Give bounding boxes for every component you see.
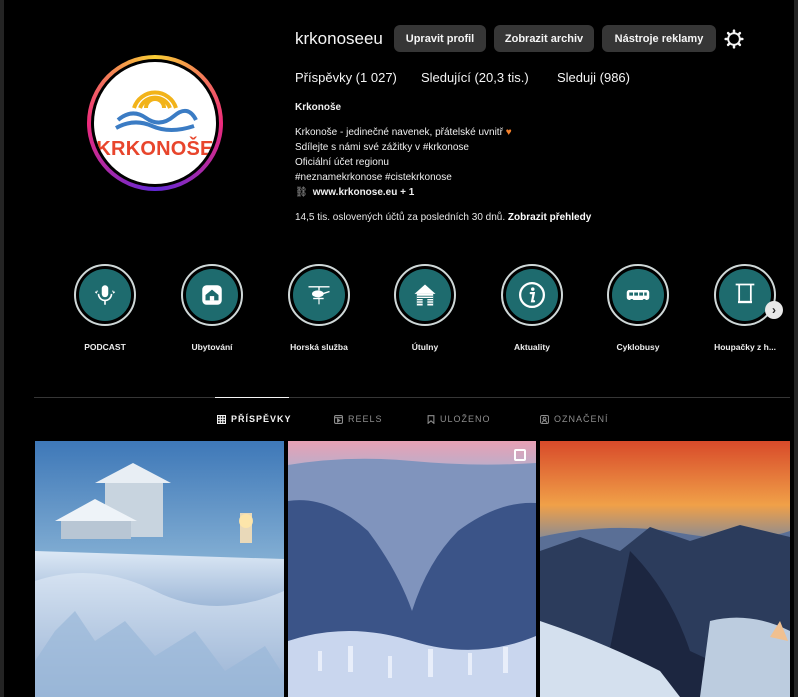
tab-saved[interactable]: ULOŽENO	[427, 414, 491, 424]
highlight-label: Ubytování	[191, 342, 233, 352]
profile-bio: Krkonoše Krkonoše - jedinečné navenek, p…	[295, 100, 512, 200]
insights-summary: 14,5 tis. oslovených účtů za posledních …	[295, 212, 591, 223]
tab-label: REELS	[348, 414, 383, 424]
multiple-photos-icon	[514, 449, 526, 461]
link-icon: ⛓	[295, 187, 308, 198]
highlights-next-button[interactable]: ›	[765, 301, 783, 319]
highlight-podcast[interactable]: PODCAST	[60, 264, 150, 352]
house-icon	[202, 285, 222, 305]
snowy-chapel-photo	[35, 441, 284, 697]
highlight-label: Horská služba	[290, 342, 348, 352]
microphone-icon	[94, 285, 116, 305]
grid-icon	[217, 414, 226, 424]
winter-valley-photo	[288, 441, 536, 697]
logo-wordmark: KRKONOŠE	[96, 138, 214, 160]
info-icon	[519, 282, 545, 308]
tab-reels[interactable]: REELS	[334, 414, 383, 424]
bio-line: Oficiální účet regionu	[295, 157, 389, 168]
krkonose-logo: KRKONOŠE	[94, 62, 216, 184]
reels-icon	[334, 414, 343, 424]
tab-posts[interactable]: PŘÍSPĚVKY	[217, 414, 292, 424]
bio-line: Sdílejte s námi své zážitky v #krkonose	[295, 142, 469, 153]
post-thumbnail[interactable]	[288, 441, 536, 697]
post-thumbnail[interactable]	[540, 441, 790, 697]
profile-page: KRKONOŠE krkonoseeu Upravit profil Zobra…	[0, 0, 798, 697]
tab-tagged[interactable]: OZNAČENÍ	[540, 414, 609, 424]
followers-link[interactable]: Sledující (20,3 tis.)	[421, 70, 529, 85]
highlight-label: Cyklobusy	[616, 342, 660, 352]
swing-icon	[735, 283, 755, 304]
username: krkonoseeu	[295, 29, 383, 48]
tab-label: OZNAČENÍ	[554, 414, 609, 424]
following-link[interactable]: Sleduji (986)	[557, 70, 630, 85]
bookmark-icon	[427, 414, 435, 424]
view-insights-link[interactable]: Zobrazit přehledy	[508, 212, 591, 223]
story-highlights: PODCAST Ubytování Horská služba Útulny A…	[4, 264, 798, 364]
post-thumbnail[interactable]	[35, 441, 284, 697]
tab-label: PŘÍSPĚVKY	[231, 414, 292, 424]
heart-icon: ♥	[505, 127, 512, 138]
tab-label: ULOŽENO	[440, 414, 491, 424]
bus-icon	[626, 290, 650, 303]
profile-avatar[interactable]: KRKONOŠE	[87, 55, 223, 191]
active-tab-indicator	[215, 397, 289, 398]
profile-name: Krkonoše	[295, 102, 342, 113]
posts-count: Příspěvky (1 027)	[295, 70, 397, 85]
highlight-label: Houpačky z h...	[714, 342, 776, 352]
cabin-icon	[414, 284, 436, 306]
highlight-bike-buses[interactable]: Cyklobusy	[593, 264, 683, 352]
gear-icon[interactable]	[724, 29, 744, 49]
helicopter-icon	[308, 286, 330, 305]
tabs-divider	[34, 397, 790, 398]
ad-tools-button[interactable]: Nástroje reklamy	[602, 25, 716, 52]
reach-text: 14,5 tis. oslovených účtů za posledních …	[295, 212, 506, 223]
tagged-user-icon	[540, 414, 549, 424]
highlight-label: Útulny	[411, 342, 439, 352]
highlight-shelters[interactable]: Útulny	[380, 264, 470, 352]
edit-profile-button[interactable]: Upravit profil	[394, 25, 486, 52]
highlight-label: PODCAST	[84, 342, 126, 352]
mountain-sunrise-photo	[540, 441, 790, 697]
highlight-accommodation[interactable]: Ubytování	[167, 264, 257, 352]
website-link[interactable]: www.krkonose.eu + 1	[313, 185, 415, 200]
highlight-label: Aktuality	[514, 342, 550, 352]
view-archive-button[interactable]: Zobrazit archiv	[494, 25, 594, 52]
highlight-mountain-rescue[interactable]: Horská služba	[274, 264, 364, 352]
bio-line: Krkonoše - jedinečné navenek, přátelské …	[295, 127, 503, 138]
highlight-news[interactable]: Aktuality	[487, 264, 577, 352]
bio-hashtags[interactable]: #neznamekrkonose #cistekrkonose	[295, 170, 512, 185]
